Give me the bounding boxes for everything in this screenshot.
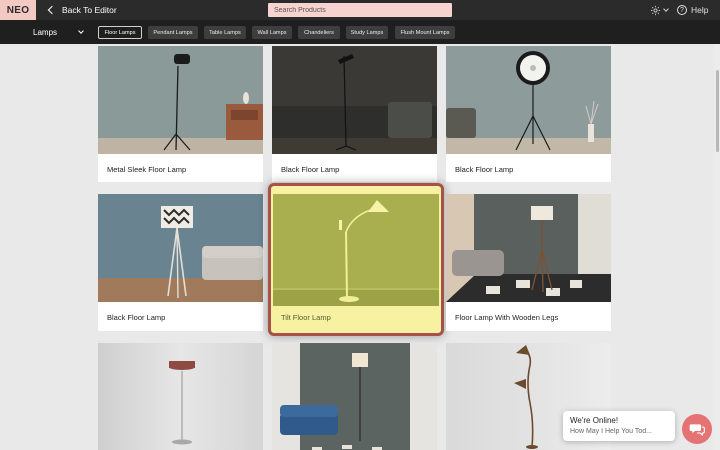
tab-flush-mount-lamps[interactable]: Flush Mount Lamps [395,26,455,39]
product-card-black-floor-lamp[interactable]: Black Floor Lamp [98,194,263,331]
top-bar: NEO Back To Editor ? Help [0,0,720,20]
product-title: Floor Lamp With Wooden Legs [455,313,559,322]
product-image [446,194,611,302]
tab-floor-lamps[interactable]: Floor Lamps [98,26,142,39]
product-image [446,46,611,154]
product-card-metal-sleek-floor-lamp[interactable]: Metal Sleek Floor Lamp [98,46,263,182]
gear-icon [650,5,661,15]
category-dropdown-label: Lamps [33,27,58,37]
category-bar: Lamps Floor Lamps Pendant Lamps Table La… [0,20,720,44]
help-icon: ? [677,5,687,15]
settings-menu-button[interactable] [650,3,669,17]
tab-chandeliers[interactable]: Chandeliers [298,26,340,39]
product-title: Black Floor Lamp [281,165,340,174]
chevron-down-icon [663,6,669,12]
product-image [98,194,263,302]
product-card[interactable] [98,343,263,450]
chat-icon [689,424,705,437]
tab-wall-lamps[interactable]: Wall Lamps [252,26,292,39]
chat-title: We're Online! [570,416,619,425]
category-dropdown[interactable]: Lamps [33,20,84,44]
product-card-floor-lamp-with-wooden-legs[interactable]: Floor Lamp With Wooden Legs [446,194,611,331]
product-image [272,343,437,450]
back-to-editor-label: Back To Editor [62,5,117,15]
search-input[interactable] [268,3,452,17]
scrollbar-thumb[interactable] [716,70,719,152]
chat-button[interactable] [682,414,712,444]
product-image [272,46,437,154]
chat-subtitle: How May I Help You Tod... [570,428,652,435]
tab-study-lamps[interactable]: Study Lamps [346,26,388,39]
chevron-left-icon [47,5,57,15]
product-title: Tilt Floor Lamp [281,313,331,322]
help-button[interactable]: ? Help [677,3,708,17]
product-card-black-floor-lamp[interactable]: Black Floor Lamp [272,46,437,182]
product-title: Black Floor Lamp [107,313,166,322]
product-title: Metal Sleek Floor Lamp [107,165,187,174]
back-to-editor-button[interactable]: Back To Editor [46,0,117,20]
product-image [273,194,439,306]
tab-pendant-lamps[interactable]: Pendant Lamps [148,26,198,39]
tab-table-lamps[interactable]: Table Lamps [204,26,246,39]
chevron-down-icon [78,27,84,34]
product-image [98,343,263,450]
product-title: Black Floor Lamp [455,165,514,174]
product-card[interactable] [272,343,437,450]
product-image [98,46,263,154]
app-logo: NEO [0,0,36,20]
product-card-tilt-floor-lamp[interactable]: Tilt Floor Lamp [268,183,444,336]
chat-popup[interactable]: We're Online! How May I Help You Tod... [563,411,675,441]
product-card-black-floor-lamp[interactable]: Black Floor Lamp [446,46,611,182]
help-label: Help [691,5,709,15]
